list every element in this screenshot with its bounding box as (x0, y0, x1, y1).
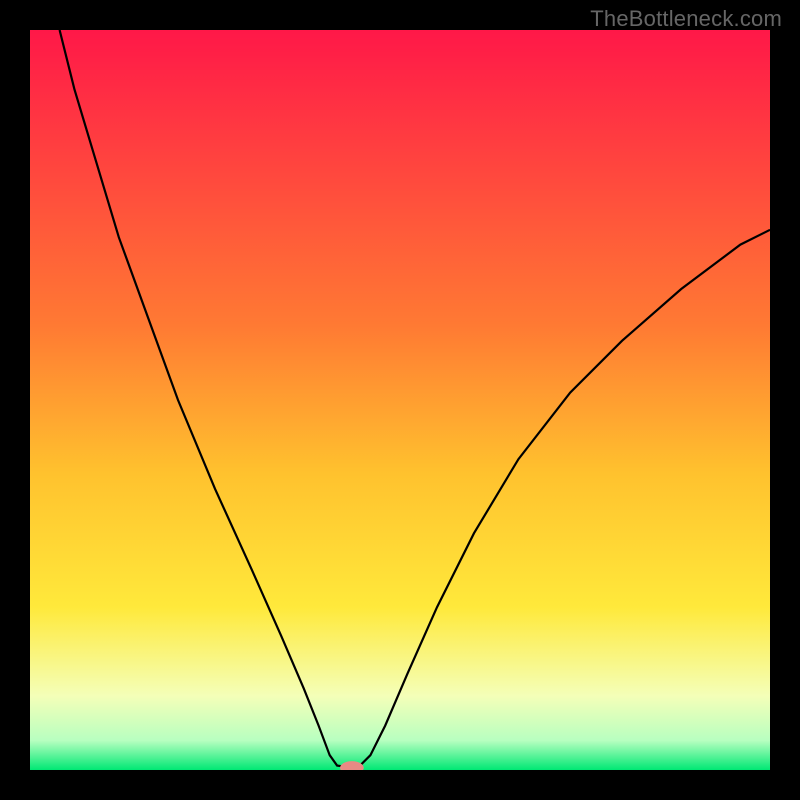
gradient-background (30, 30, 770, 770)
watermark-text: TheBottleneck.com (590, 6, 782, 32)
chart-svg (30, 30, 770, 770)
chart-frame: TheBottleneck.com (0, 0, 800, 800)
